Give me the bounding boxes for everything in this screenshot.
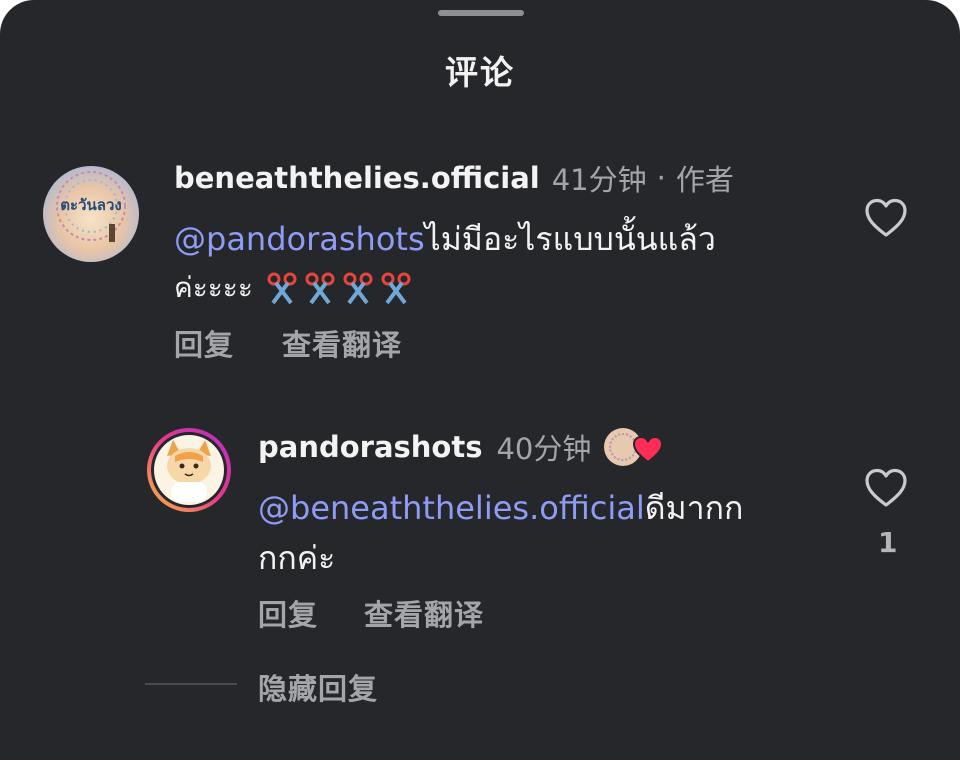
avatar[interactable] bbox=[145, 426, 233, 514]
reply-mention[interactable]: @beneaththelies.official bbox=[258, 489, 645, 527]
like-button[interactable] bbox=[864, 198, 908, 242]
sheet-title: 评论 bbox=[445, 53, 515, 92]
heart-icon bbox=[865, 468, 907, 507]
thread-divider bbox=[145, 683, 237, 685]
comment-time: 41分钟 bbox=[551, 163, 647, 197]
reply-username[interactable]: pandorashots bbox=[258, 430, 482, 464]
author-liked-badge bbox=[603, 426, 664, 468]
heart-icon bbox=[865, 198, 907, 237]
reply-time: 40分钟 bbox=[496, 432, 592, 466]
hide-replies-button[interactable]: 隐藏回复 bbox=[258, 666, 378, 708]
see-translation-button[interactable]: 查看翻译 bbox=[364, 592, 484, 634]
reply-text-line1: ดีมากก bbox=[644, 488, 744, 527]
reply-text-line2: กกค่ะ bbox=[258, 538, 336, 577]
comment-text-line2: ค่ะะะะ bbox=[174, 271, 253, 304]
like-count: 1 bbox=[878, 526, 898, 559]
like-button[interactable] bbox=[864, 468, 908, 512]
scissors-icon bbox=[381, 272, 411, 305]
author-badge: 作者 bbox=[675, 163, 734, 197]
scissors-icon bbox=[343, 272, 373, 305]
avatar-logo-text: ตะวันลวง bbox=[60, 196, 121, 214]
comment-mention[interactable]: @pandorashots bbox=[174, 220, 425, 258]
comments-sheet: 评论 ตะวันลวง beneaththelies.official 41分钟… bbox=[0, 0, 960, 760]
scissors-icon bbox=[267, 272, 297, 305]
reply-button[interactable]: 回复 bbox=[174, 322, 234, 364]
avatar[interactable]: ตะวันลวง bbox=[43, 166, 139, 262]
reply-button[interactable]: 回复 bbox=[258, 592, 318, 634]
scissors-icon bbox=[305, 272, 335, 305]
see-translation-button[interactable]: 查看翻译 bbox=[282, 322, 402, 364]
drag-handle[interactable] bbox=[438, 10, 524, 16]
comment-username[interactable]: beneaththelies.official bbox=[174, 161, 540, 195]
meta-separator: · bbox=[656, 161, 666, 195]
comment-text-line1: ไม่มีอะไรแบบนั้นแล้ว bbox=[424, 219, 716, 258]
